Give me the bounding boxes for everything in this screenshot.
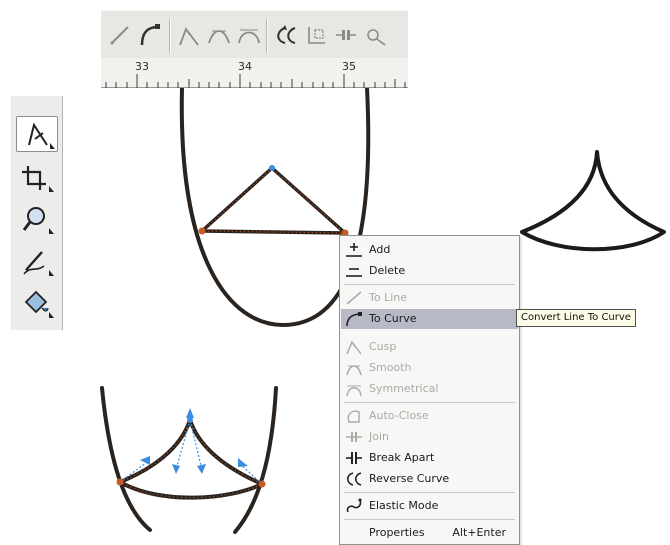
shape-tool-button[interactable] [16,116,58,152]
bottom-u-curve-right[interactable] [233,386,278,534]
menu-label: Add [369,243,391,256]
menu-label: Reverse Curve [369,472,450,485]
menu-item-auto-close[interactable]: Auto-Close [341,406,518,426]
add-node-icon [346,243,362,257]
triangle-path[interactable] [200,166,347,235]
menu-item-to-curve[interactable]: To Curve [341,309,518,329]
shape-edit-toolbar [101,10,408,60]
toolbar-separator [169,19,171,53]
freehand-tool-button[interactable] [16,244,58,280]
freehand-tool-icon [23,251,54,276]
menu-label: To Curve [369,312,417,325]
menu-item-elastic-mode[interactable]: Elastic Mode [341,496,518,516]
elastic-mode-icon [346,498,362,513]
menu-label: Elastic Mode [369,499,439,512]
horizontal-ruler[interactable]: 33 34 35 [101,58,408,88]
cusp-icon[interactable] [176,21,202,49]
menu-item-reverse-curve[interactable]: Reverse Curve [341,469,518,489]
to-line-icon[interactable] [107,21,133,49]
curved-triangle-dotted-overlay [118,418,264,499]
reverse-curve-icon [346,472,362,486]
zoom-tool-button[interactable] [16,202,58,238]
triangle-dotted-overlay [200,167,347,234]
menu-label: Break Apart [369,451,435,464]
menu-label: Join [369,430,390,443]
to-line-icon [346,291,362,305]
menu-label: To Line [369,291,408,304]
shape-tool-icon [28,122,55,149]
menu-item-smooth[interactable]: Smooth [341,358,518,378]
menu-item-to-line[interactable]: To Line [341,288,518,308]
menu-item-properties[interactable]: Properties Alt+Enter [341,523,518,543]
crop-tool-icon [22,166,54,192]
smooth-icon[interactable] [206,21,232,49]
break-apart-icon [346,452,362,464]
auto-reduce-icon[interactable] [363,21,389,49]
menu-item-break-apart[interactable]: Break Apart [341,448,518,468]
menu-label: Symmetrical [369,382,439,395]
menu-separator [344,492,515,493]
delete-node-icon [346,268,362,277]
smooth-icon [346,365,362,376]
menu-label: Cusp [369,340,397,353]
extract-subpath-icon[interactable] [303,21,329,49]
node-left[interactable] [198,227,206,235]
ruler-ticks [105,74,406,88]
node-bottom-top[interactable] [187,417,193,423]
cusp-icon [346,340,362,355]
node-bottom-left[interactable] [116,478,124,486]
menu-label: Smooth [369,361,412,374]
symmetrical-icon [346,385,362,397]
menu-separator [344,402,515,403]
to-curve-icon[interactable] [137,21,163,49]
zoom-tool-icon [22,207,54,234]
menu-label: Auto-Close [369,409,429,422]
menu-label: Delete [369,264,406,277]
tooltip: Convert Line To Curve [516,309,636,327]
menu-shortcut: Alt+Enter [452,526,506,539]
menu-separator [344,284,515,285]
menu-item-cusp[interactable]: Cusp [341,337,518,357]
node-top[interactable] [269,165,275,171]
fill-tool-icon [24,290,54,318]
fill-tool-button[interactable] [16,286,58,322]
menu-item-delete[interactable]: Delete [341,261,518,281]
auto-close-icon [347,410,360,423]
menu-item-join[interactable]: Join [341,427,518,447]
node-bottom-right[interactable] [258,480,266,488]
toolbox [10,96,63,330]
menu-separator [344,519,515,520]
menu-label: Properties [369,526,425,539]
menu-item-add[interactable]: Add [341,240,518,260]
menu-item-symmetrical[interactable]: Symmetrical [341,379,518,399]
to-curve-icon [346,312,362,327]
symmetrical-icon[interactable] [236,21,262,49]
toolbar-separator [266,19,268,53]
context-menu: Add Delete To Line To Curve Cusp Smooth … [339,235,520,545]
reverse-curve-icon[interactable] [273,21,299,49]
curved-triangle-path[interactable] [118,418,264,500]
extend-curve-icon[interactable] [333,21,359,49]
finished-curved-shape[interactable] [520,150,666,252]
crop-tool-button[interactable] [16,160,58,196]
join-icon [346,432,362,442]
